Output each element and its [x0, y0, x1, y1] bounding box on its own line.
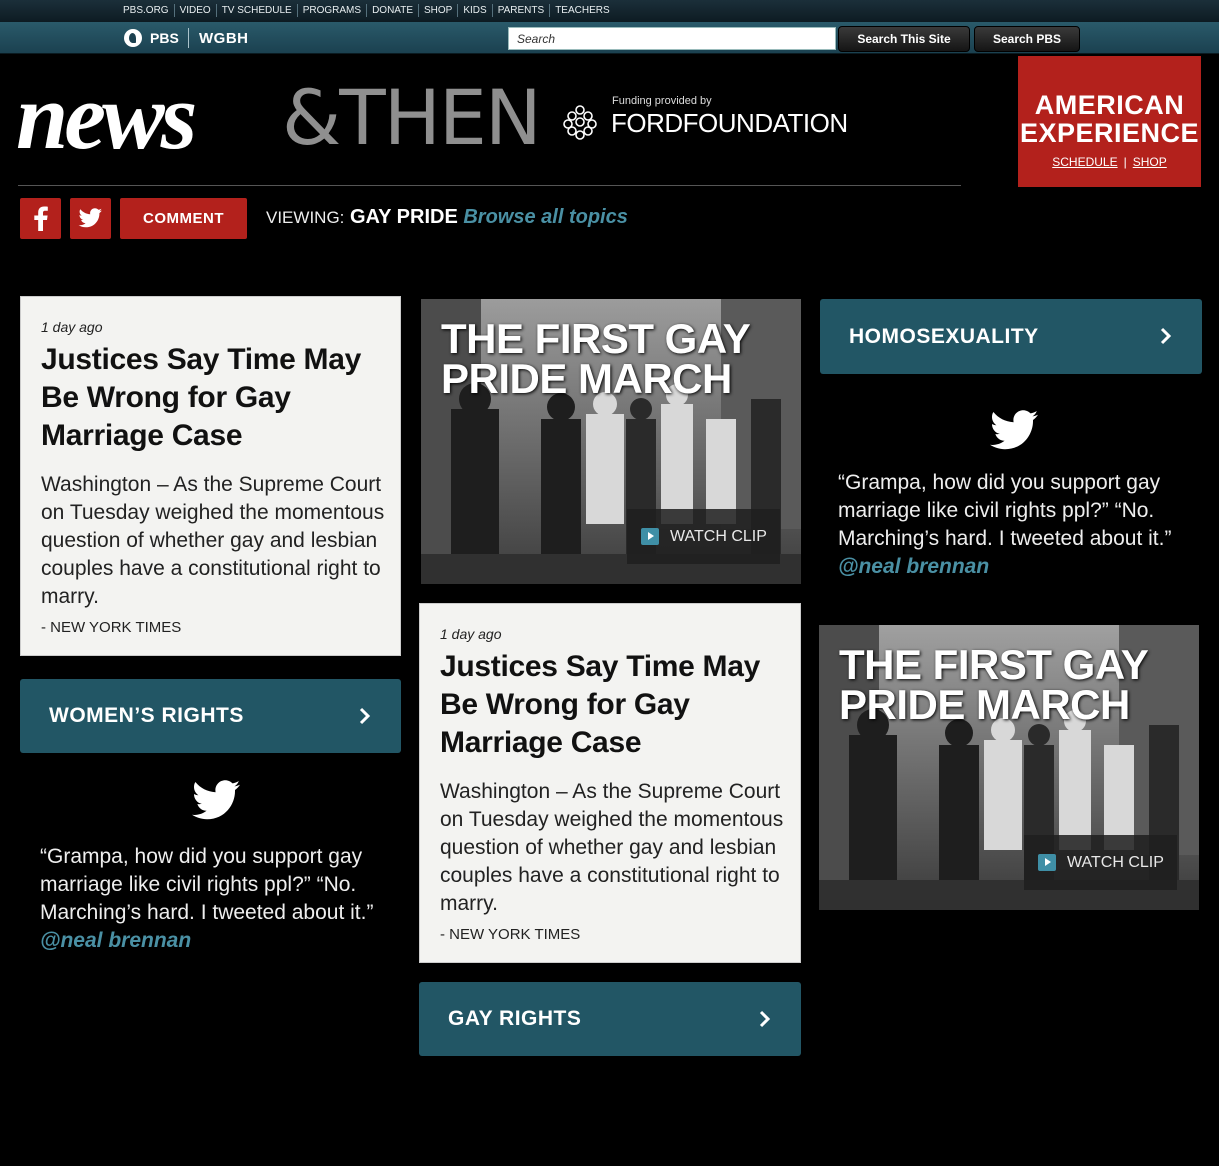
facebook-icon [34, 206, 48, 231]
nav-link-shop[interactable]: SHOP [418, 4, 457, 17]
video-thumbnail[interactable]: THE FIRST GAY PRIDE MARCH WATCH CLIP [421, 299, 801, 584]
tweet-quote: “Grampa, how did you support gay marriag… [838, 469, 1188, 581]
twitter-icon [78, 208, 102, 228]
funding-label: Funding provided by [612, 95, 712, 107]
video-title: THE FIRST GAY PRIDE MARCH [839, 641, 1148, 728]
article-card[interactable]: 1 day ago Justices Say Time May Be Wrong… [419, 603, 801, 963]
twitter-bird-icon [990, 410, 1038, 450]
nav-link-programs[interactable]: PROGRAMS [296, 4, 366, 17]
funder-name[interactable]: FORDFOUNDATION [611, 108, 848, 139]
pbs-head-icon[interactable] [124, 29, 142, 47]
tweet-handle-link[interactable]: @neal brennan [838, 555, 989, 578]
topic-womens-rights[interactable]: WOMEN’S RIGHTS [20, 679, 401, 753]
topic-label: HOMOSEXUALITY [849, 325, 1039, 348]
amex-logo[interactable]: AMERICAN EXPERIENCE [1018, 91, 1201, 147]
nav-link-tv-schedule[interactable]: TV SCHEDULE [215, 4, 297, 17]
current-topic: GAY PRIDE [349, 206, 458, 228]
article-source: - NEW YORK TIMES [440, 926, 581, 943]
pbs-nav-links: PBS.ORG VIDEO TV SCHEDULE PROGRAMS DONAT… [118, 4, 615, 17]
chevron-right-icon [1160, 327, 1172, 345]
amex-links: SCHEDULE | SHOP [1018, 155, 1201, 169]
viewing-label: VIEWING: [266, 208, 345, 227]
article-source: - NEW YORK TIMES [41, 619, 182, 636]
amex-schedule-link[interactable]: SCHEDULE [1052, 155, 1117, 169]
comment-button[interactable]: COMMENT [120, 198, 247, 239]
watch-clip-label: WATCH CLIP [670, 528, 767, 545]
article-timestamp: 1 day ago [41, 319, 103, 335]
nav-link-donate[interactable]: DONATE [366, 4, 418, 17]
tweet-quote: “Grampa, how did you support gay marriag… [40, 843, 390, 955]
site-logo-news[interactable]: news [16, 70, 197, 164]
topic-label: WOMEN’S RIGHTS [49, 704, 244, 727]
twitter-share-button[interactable] [70, 198, 111, 239]
article-summary: Washington – As the Supreme Court on Tue… [440, 780, 784, 915]
play-icon [1038, 854, 1056, 871]
station-logo[interactable]: WGBH [199, 30, 249, 47]
topic-gay-rights[interactable]: GAY RIGHTS [419, 982, 801, 1056]
amex-link-separator: | [1123, 155, 1127, 169]
tweet-text: “Grampa, how did you support gay marriag… [838, 471, 1172, 550]
video-title: THE FIRST GAY PRIDE MARCH [441, 315, 750, 402]
twitter-bird-icon [192, 780, 240, 820]
nav-link-video[interactable]: VIDEO [173, 4, 216, 17]
nav-link-parents[interactable]: PARENTS [491, 4, 550, 17]
ford-foundation-icon [563, 105, 597, 140]
watch-clip-label: WATCH CLIP [1067, 854, 1164, 871]
chevron-right-icon [759, 1010, 771, 1028]
watch-clip-button[interactable]: WATCH CLIP [1024, 835, 1177, 890]
logo-divider [188, 28, 189, 48]
american-experience-badge[interactable]: AMERICAN EXPERIENCE SCHEDULE | SHOP [1018, 56, 1201, 187]
tweet-text: “Grampa, how did you support gay marriag… [40, 845, 374, 924]
amex-title-line1: AMERICAN [1034, 90, 1185, 120]
search-input[interactable]: Search [508, 27, 836, 50]
article-summary: Washington – As the Supreme Court on Tue… [41, 473, 385, 608]
pbs-global-nav: PBS.ORG VIDEO TV SCHEDULE PROGRAMS DONAT… [0, 0, 1219, 22]
nav-link-pbs-org[interactable]: PBS.ORG [118, 4, 174, 17]
topic-label: GAY RIGHTS [448, 1007, 582, 1030]
pbs-station-bar: PBS WGBH Search Search This Site Search … [0, 22, 1219, 54]
article-timestamp: 1 day ago [440, 626, 502, 642]
chevron-right-icon [359, 707, 371, 725]
facebook-share-button[interactable] [20, 198, 61, 239]
article-card[interactable]: 1 day ago Justices Say Time May Be Wrong… [20, 296, 401, 656]
article-headline[interactable]: Justices Say Time May Be Wrong for Gay M… [440, 648, 785, 762]
browse-topics-link[interactable]: Browse all topics [463, 206, 628, 228]
search-pbs-button[interactable]: Search PBS [974, 26, 1080, 52]
amex-shop-link[interactable]: SHOP [1133, 155, 1167, 169]
viewing-topic-line: VIEWING: GAY PRIDE Browse all topics [266, 206, 628, 229]
video-thumbnail[interactable]: THE FIRST GAY PRIDE MARCH WATCH CLIP [819, 625, 1199, 910]
tweet-handle-link[interactable]: @neal brennan [40, 929, 191, 952]
nav-link-kids[interactable]: KIDS [457, 4, 491, 17]
article-headline[interactable]: Justices Say Time May Be Wrong for Gay M… [41, 341, 386, 455]
amex-title-line2: EXPERIENCE [1019, 118, 1200, 148]
search-this-site-button[interactable]: Search This Site [838, 26, 970, 52]
pbs-logo-text[interactable]: PBS [150, 30, 179, 46]
masthead-divider [18, 185, 961, 186]
nav-link-teachers[interactable]: TEACHERS [549, 4, 614, 17]
topic-homosexuality[interactable]: HOMOSEXUALITY [820, 299, 1202, 374]
play-icon [641, 528, 659, 545]
watch-clip-button[interactable]: WATCH CLIP [627, 509, 780, 564]
site-logo-then[interactable]: &THEN [282, 76, 542, 160]
